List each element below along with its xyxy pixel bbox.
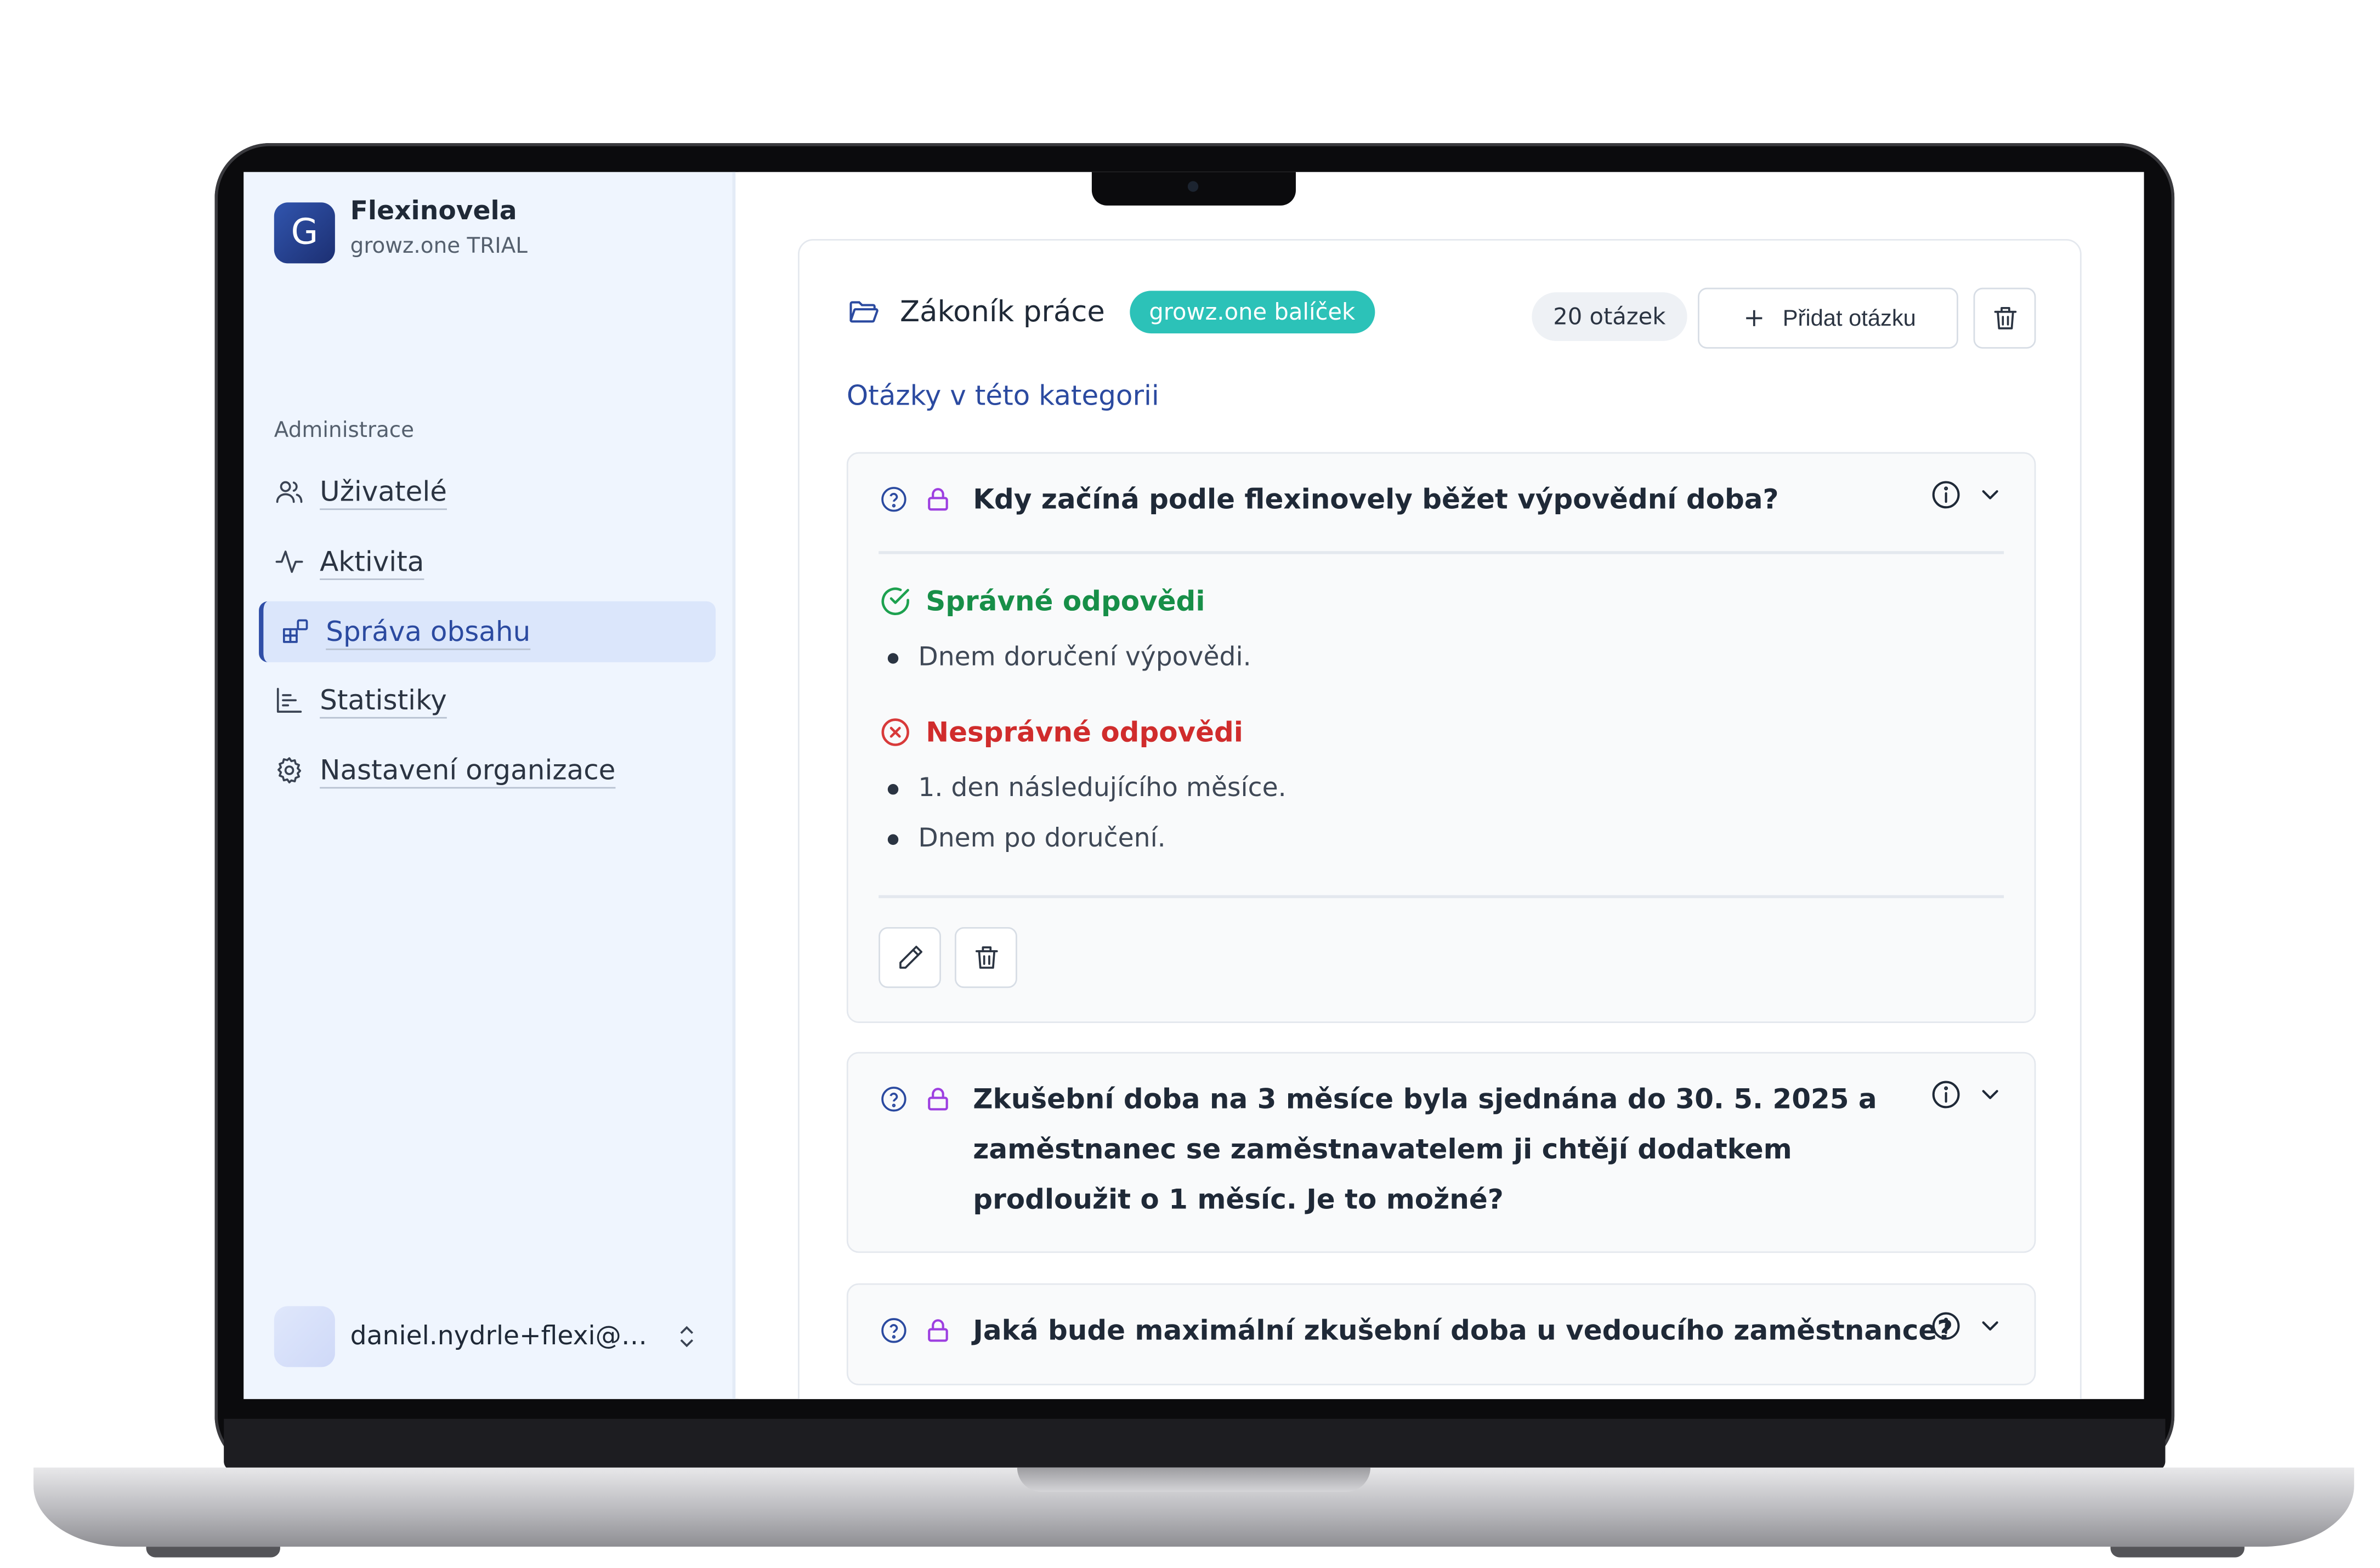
laptop-foot-left	[146, 1547, 280, 1558]
sidebar-item-label: Uživatelé	[320, 475, 447, 508]
laptop-chin	[224, 1418, 2166, 1471]
bar-chart-icon	[276, 688, 302, 713]
correct-answers-heading: Správné odpovědi	[879, 584, 1205, 618]
help-circle-icon	[881, 1087, 906, 1112]
question-text: Zkušební doba na 3 měsíce byla sjednána …	[973, 1084, 1877, 1217]
app-screen: G Flexinovela growz.one TRIAL Administra…	[243, 172, 2144, 1399]
divider	[879, 895, 2004, 897]
x-circle-icon	[881, 718, 909, 746]
question-card[interactable]: Zkušební doba na 3 měsíce byla sjednána …	[846, 1052, 2036, 1253]
question-controls	[1929, 478, 2004, 512]
sidebar-item-label: Statistiky	[320, 684, 447, 717]
incorrect-answers-label: Nesprávné odpovědi	[926, 716, 1243, 748]
add-question-button[interactable]: Přidat otázku	[1698, 287, 1958, 349]
sidebar-item-label: Aktivita	[320, 546, 424, 578]
question-text: Jaká bude maximální zkušební doba u vedo…	[973, 1315, 1953, 1348]
users-icon	[276, 481, 303, 503]
incorrect-answer-item: 1. den následujícího měsíce.	[888, 774, 1286, 804]
category-title: Zákoník práce	[900, 295, 1105, 329]
org-plan: growz.one TRIAL	[350, 234, 528, 259]
sidebar-item-statistics[interactable]: Statistiky	[259, 670, 716, 731]
pencil-icon	[898, 946, 922, 969]
activity-icon	[275, 550, 303, 573]
main-content: Zákoník práce growz.one balíček 20 otáze…	[738, 172, 2144, 1399]
incorrect-answers-heading: Nesprávné odpovědi	[879, 715, 1243, 749]
question-header[interactable]: Kdy začíná podle flexinovely běžet výpov…	[879, 484, 1778, 525]
lock-icon	[928, 488, 948, 511]
camera-notch	[1091, 172, 1296, 206]
question-controls	[1929, 1309, 2004, 1343]
sidebar-item-activity[interactable]: Aktivita	[259, 531, 716, 592]
org-logo[interactable]: G	[274, 202, 335, 264]
question-controls	[1929, 1078, 2004, 1111]
delete-category-button[interactable]	[1973, 287, 2036, 349]
category-header: Zákoník práce growz.one balíček	[847, 291, 1375, 334]
sidebar: G Flexinovela growz.one TRIAL Administra…	[243, 172, 736, 1399]
org-name: Flexinovela	[350, 196, 517, 227]
add-question-label: Přidat otázku	[1782, 305, 1916, 331]
user-menu[interactable]: daniel.nydrle+flexi@g...	[274, 1306, 716, 1367]
question-header[interactable]: Zkušební doba na 3 měsíce byla sjednána …	[879, 1084, 1917, 1225]
info-icon[interactable]	[1929, 478, 1963, 512]
help-circle-icon	[881, 1318, 906, 1343]
info-icon[interactable]	[1929, 1078, 1963, 1111]
user-email: daniel.nydrle+flexi@g...	[350, 1321, 655, 1352]
avatar	[274, 1306, 335, 1367]
info-icon[interactable]	[1929, 1309, 1963, 1343]
sidebar-item-label: Správa obsahu	[326, 616, 531, 648]
plus-icon	[1746, 310, 1762, 326]
question-card[interactable]: Jaká bude maximální zkušební doba u vedo…	[846, 1283, 2036, 1385]
laptop-opening-groove	[1017, 1467, 1371, 1492]
chevron-down-icon[interactable]	[1976, 481, 2004, 508]
sidebar-item-org-settings[interactable]: Nastavení organizace	[259, 740, 716, 800]
divider	[879, 551, 2004, 554]
incorrect-answer-item: Dnem po doručení.	[888, 823, 1165, 854]
laptop-foot-right	[2110, 1547, 2245, 1558]
package-badge: growz.one balíček	[1129, 291, 1375, 334]
category-panel: Zákoník práce growz.one balíček 20 otáze…	[797, 238, 2082, 1399]
trash-icon	[1993, 306, 2016, 329]
sidebar-item-users[interactable]: Uživatelé	[259, 461, 716, 522]
question-count-badge: 20 otázek	[1532, 292, 1687, 341]
folder-open-icon	[849, 301, 879, 323]
edit-question-button[interactable]	[879, 927, 942, 988]
question-text: Kdy začíná podle flexinovely běžet výpov…	[973, 484, 1779, 516]
chevron-down-icon[interactable]	[1976, 1081, 2004, 1108]
chevron-up-down-icon	[680, 1326, 694, 1348]
gear-icon	[277, 757, 302, 783]
sidebar-section-label: Administrace	[274, 418, 415, 444]
sidebar-item-label: Nastavení organizace	[320, 754, 616, 787]
trash-icon	[974, 946, 998, 969]
correct-answers-label: Správné odpovědi	[926, 585, 1205, 617]
help-circle-icon	[881, 487, 906, 512]
lock-icon	[928, 1319, 948, 1342]
questions-section-title: Otázky v této kategorii	[846, 380, 1159, 413]
sidebar-item-content[interactable]: Správa obsahu	[259, 601, 716, 662]
chevron-down-icon[interactable]	[1976, 1313, 2004, 1340]
lock-icon	[928, 1088, 948, 1111]
check-circle-icon	[881, 587, 909, 615]
question-card: Kdy začíná podle flexinovely běžet výpov…	[846, 452, 2036, 1023]
correct-answer-item: Dnem doručení výpovědi.	[888, 643, 1251, 673]
question-header[interactable]: Jaká bude maximální zkušební doba u vedo…	[879, 1315, 1953, 1356]
content-blocks-icon	[283, 619, 308, 643]
delete-question-button[interactable]	[954, 927, 1017, 988]
